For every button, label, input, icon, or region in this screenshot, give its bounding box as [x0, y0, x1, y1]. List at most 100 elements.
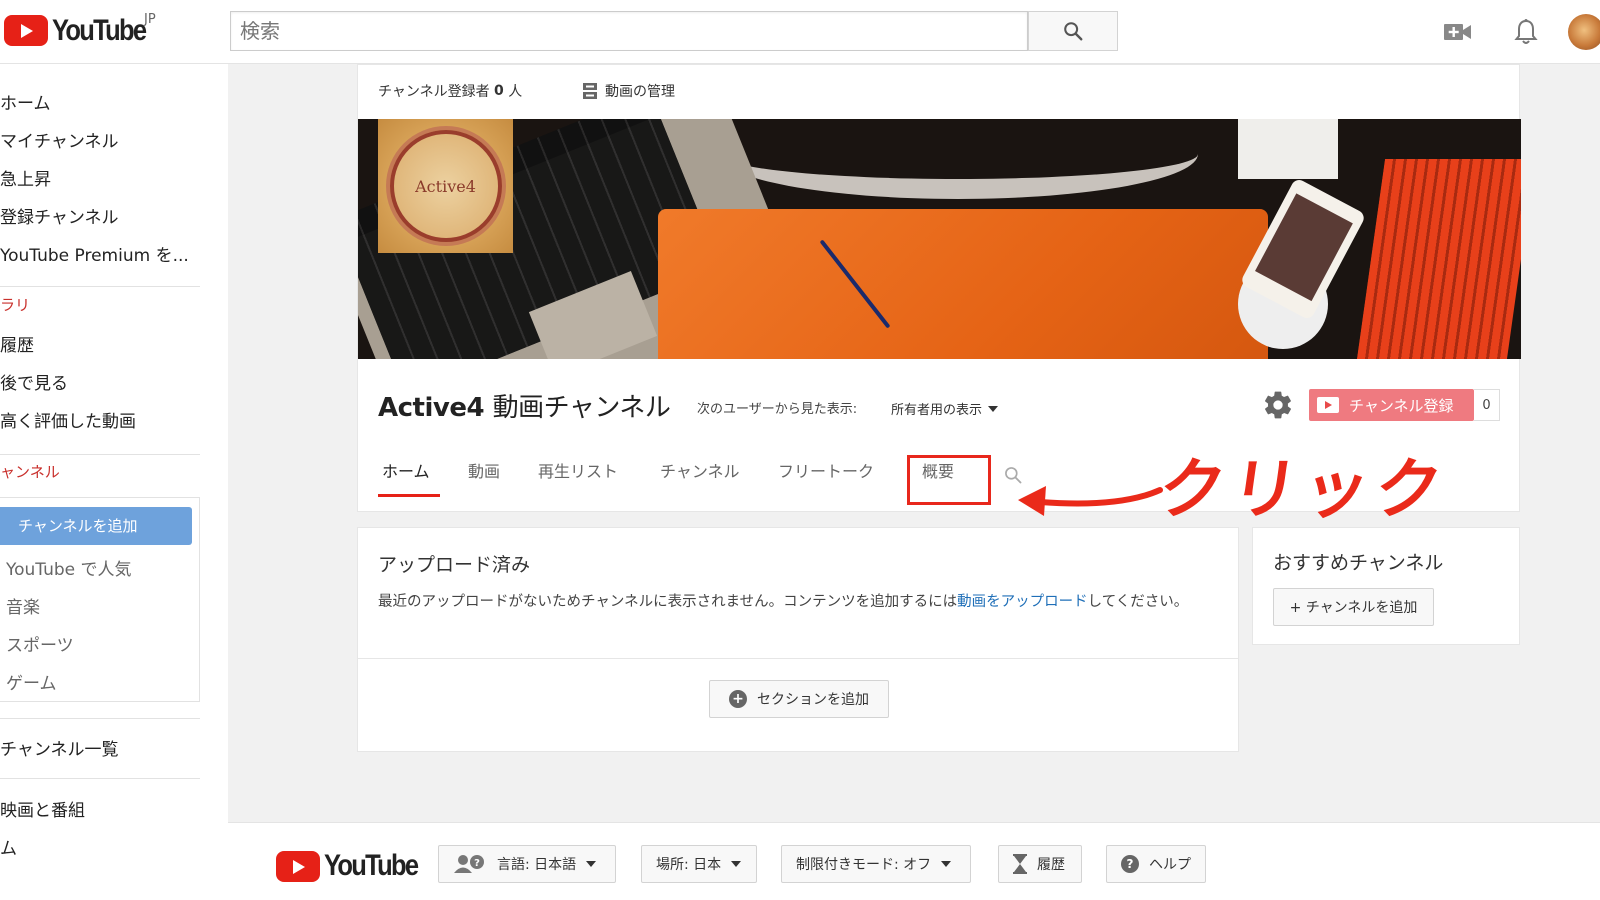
channel-logo-text: Active4: [415, 176, 476, 196]
channel-settings-button[interactable]: [1262, 389, 1294, 421]
view-as-label: 次のユーザーから見た表示:: [697, 402, 858, 417]
channel-logo-seal: Active4: [389, 130, 502, 242]
channel-title-latin: Active4: [378, 393, 485, 423]
upload-video-button[interactable]: [1442, 16, 1474, 48]
plus-circle-icon: +: [729, 690, 747, 708]
sidebar-item-trending[interactable]: 急上昇: [0, 165, 51, 190]
channel-suggestions-box: チャンネルを追加 YouTube で人気 音楽 スポーツ ゲーム: [0, 497, 200, 702]
youtube-logo[interactable]: YouTube JP: [4, 12, 162, 50]
section-divider: [358, 658, 1238, 659]
youtube-play-icon: [1317, 397, 1339, 413]
uploads-description: 最近のアップロードがないためチャンネルに表示されません。コンテンツを追加するには…: [378, 590, 1218, 614]
hourglass-icon: [1013, 854, 1027, 874]
add-section-button[interactable]: + セクションを追加: [709, 680, 889, 718]
sidebar-heading-channels[interactable]: ャンネル: [0, 461, 60, 482]
uploads-section: アップロード済み 最近のアップロードがないためチャンネルに表示されません。コンテ…: [357, 527, 1239, 752]
location-label: 場所: 日本: [656, 857, 722, 873]
uploads-desc-text-end: してください。: [1087, 594, 1189, 610]
banner-blinds: [1356, 159, 1521, 359]
tab-home[interactable]: ホーム: [378, 457, 440, 503]
subscriber-count-badge: 0: [1474, 389, 1500, 421]
sidebar-item-browse-channels[interactable]: チャンネル一覧: [0, 735, 119, 760]
search-box: [230, 11, 1028, 51]
sidebar-item-subscriptions[interactable]: 登録チャンネル: [0, 203, 119, 228]
sidebar-item-movies-shows[interactable]: 映画と番組: [0, 796, 85, 821]
history-button[interactable]: 履歴: [998, 845, 1082, 883]
search-button[interactable]: [1028, 11, 1118, 51]
annotation-click-label: クリック: [1153, 451, 1453, 528]
location-dropdown[interactable]: 場所: 日本: [641, 845, 757, 883]
sidebar-item-music[interactable]: 音楽: [6, 593, 40, 618]
chevron-down-icon: [731, 861, 742, 867]
subscriber-count: チャンネル登録者 0 人: [378, 81, 522, 101]
subscribers-label: チャンネル登録者: [378, 84, 490, 100]
footer-youtube-logo[interactable]: YouTube: [276, 847, 434, 885]
logo-text: YouTube: [52, 14, 147, 47]
sidebar-item-my-channel[interactable]: マイチャンネル: [0, 127, 119, 152]
help-button[interactable]: ? ヘルプ: [1106, 845, 1206, 883]
chevron-down-icon: [586, 861, 597, 867]
subscribers-count: 0: [494, 83, 504, 99]
subscribers-unit: 人: [508, 84, 523, 100]
language-label: 言語: 日本語: [497, 857, 577, 873]
view-as-dropdown[interactable]: 所有者用の表示: [891, 399, 999, 418]
channel-title-jp: 動画チャンネル: [492, 393, 671, 423]
sidebar-item-watch-later[interactable]: 後で見る: [0, 369, 68, 394]
channel-banner-image: Active4: [358, 119, 1521, 359]
tab-discussion[interactable]: フリートーク: [774, 457, 890, 503]
sidebar-item-liked-videos[interactable]: 高く評価した動画: [0, 407, 136, 432]
banner-monitor-stand: [718, 119, 1198, 199]
restricted-mode-label: 制限付きモード: オフ: [796, 857, 932, 873]
notifications-bell-icon: [1514, 19, 1538, 44]
channel-title: Active4 動画チャンネル: [378, 387, 671, 424]
sidebar-item-gaming-more[interactable]: ム: [0, 834, 17, 859]
tab-channels[interactable]: チャンネル: [656, 457, 756, 503]
tab-about[interactable]: 概要: [918, 457, 962, 503]
sidebar-item-premium[interactable]: YouTube Premium を...: [0, 241, 189, 266]
upload-video-link[interactable]: 動画をアップロード: [957, 594, 1088, 610]
sidebar-item-history[interactable]: 履歴: [0, 331, 34, 356]
sidebar-divider: [0, 718, 200, 719]
view-as-value: 所有者用の表示: [891, 403, 983, 418]
tab-playlists[interactable]: 再生リスト: [534, 457, 634, 503]
chevron-down-icon: [988, 405, 999, 412]
manage-videos-icon: [583, 83, 597, 99]
uploads-title: アップロード済み: [378, 554, 531, 576]
subscribe-label: チャンネル登録: [1349, 396, 1454, 415]
search-input[interactable]: [231, 12, 1027, 50]
channel-tabs: ホーム 動画 再生リスト チャンネル フリートーク 概要: [378, 457, 962, 503]
recommended-channels-section: おすすめチャンネル + チャンネルを追加: [1252, 527, 1520, 645]
sidebar-item-add-channel[interactable]: チャンネルを追加: [0, 507, 192, 545]
account-avatar[interactable]: [1568, 14, 1600, 50]
add-section-label: セクションを追加: [757, 692, 869, 708]
restricted-mode-dropdown[interactable]: 制限付きモード: オフ: [781, 845, 971, 883]
sidebar-item-popular[interactable]: YouTube で人気: [6, 555, 132, 580]
sidebar-divider: [0, 454, 200, 455]
footer: YouTube ? 言語: 日本語 場所: 日本 制限付きモード: オフ 履歴 …: [228, 822, 1600, 900]
help-label: ヘルプ: [1149, 857, 1191, 873]
help-icon: ?: [1121, 855, 1139, 873]
sidebar-divider: [0, 286, 200, 287]
language-people-icon: ?: [454, 855, 484, 873]
banner-desk-mat: [658, 209, 1268, 359]
manage-videos-label: 動画の管理: [605, 84, 675, 100]
sidebar-heading-library[interactable]: ラリ: [0, 294, 30, 315]
tab-videos[interactable]: 動画: [464, 457, 512, 503]
notifications-button[interactable]: [1510, 16, 1542, 48]
svg-text:?: ?: [474, 858, 480, 869]
sidebar-item-gaming[interactable]: ゲーム: [6, 669, 57, 694]
add-featured-channel-button[interactable]: + チャンネルを追加: [1273, 588, 1434, 626]
language-dropdown[interactable]: ? 言語: 日本語: [438, 845, 616, 883]
search-icon: [1064, 22, 1083, 41]
sidebar: ホーム マイチャンネル 急上昇 登録チャンネル YouTube Premium …: [0, 64, 228, 900]
sidebar-item-sports[interactable]: スポーツ: [6, 631, 74, 656]
subscribe-button[interactable]: チャンネル登録: [1309, 389, 1474, 421]
youtube-play-icon: [4, 15, 48, 46]
upload-video-icon: [1444, 24, 1471, 40]
annotation-arrow-icon: [1018, 486, 1163, 516]
top-bar: YouTube JP: [0, 0, 1600, 64]
sidebar-item-home[interactable]: ホーム: [0, 89, 51, 114]
channel-icon[interactable]: Active4: [378, 119, 513, 253]
manage-videos-link[interactable]: 動画の管理: [583, 81, 675, 101]
footer-logo-text: YouTube: [324, 849, 419, 882]
